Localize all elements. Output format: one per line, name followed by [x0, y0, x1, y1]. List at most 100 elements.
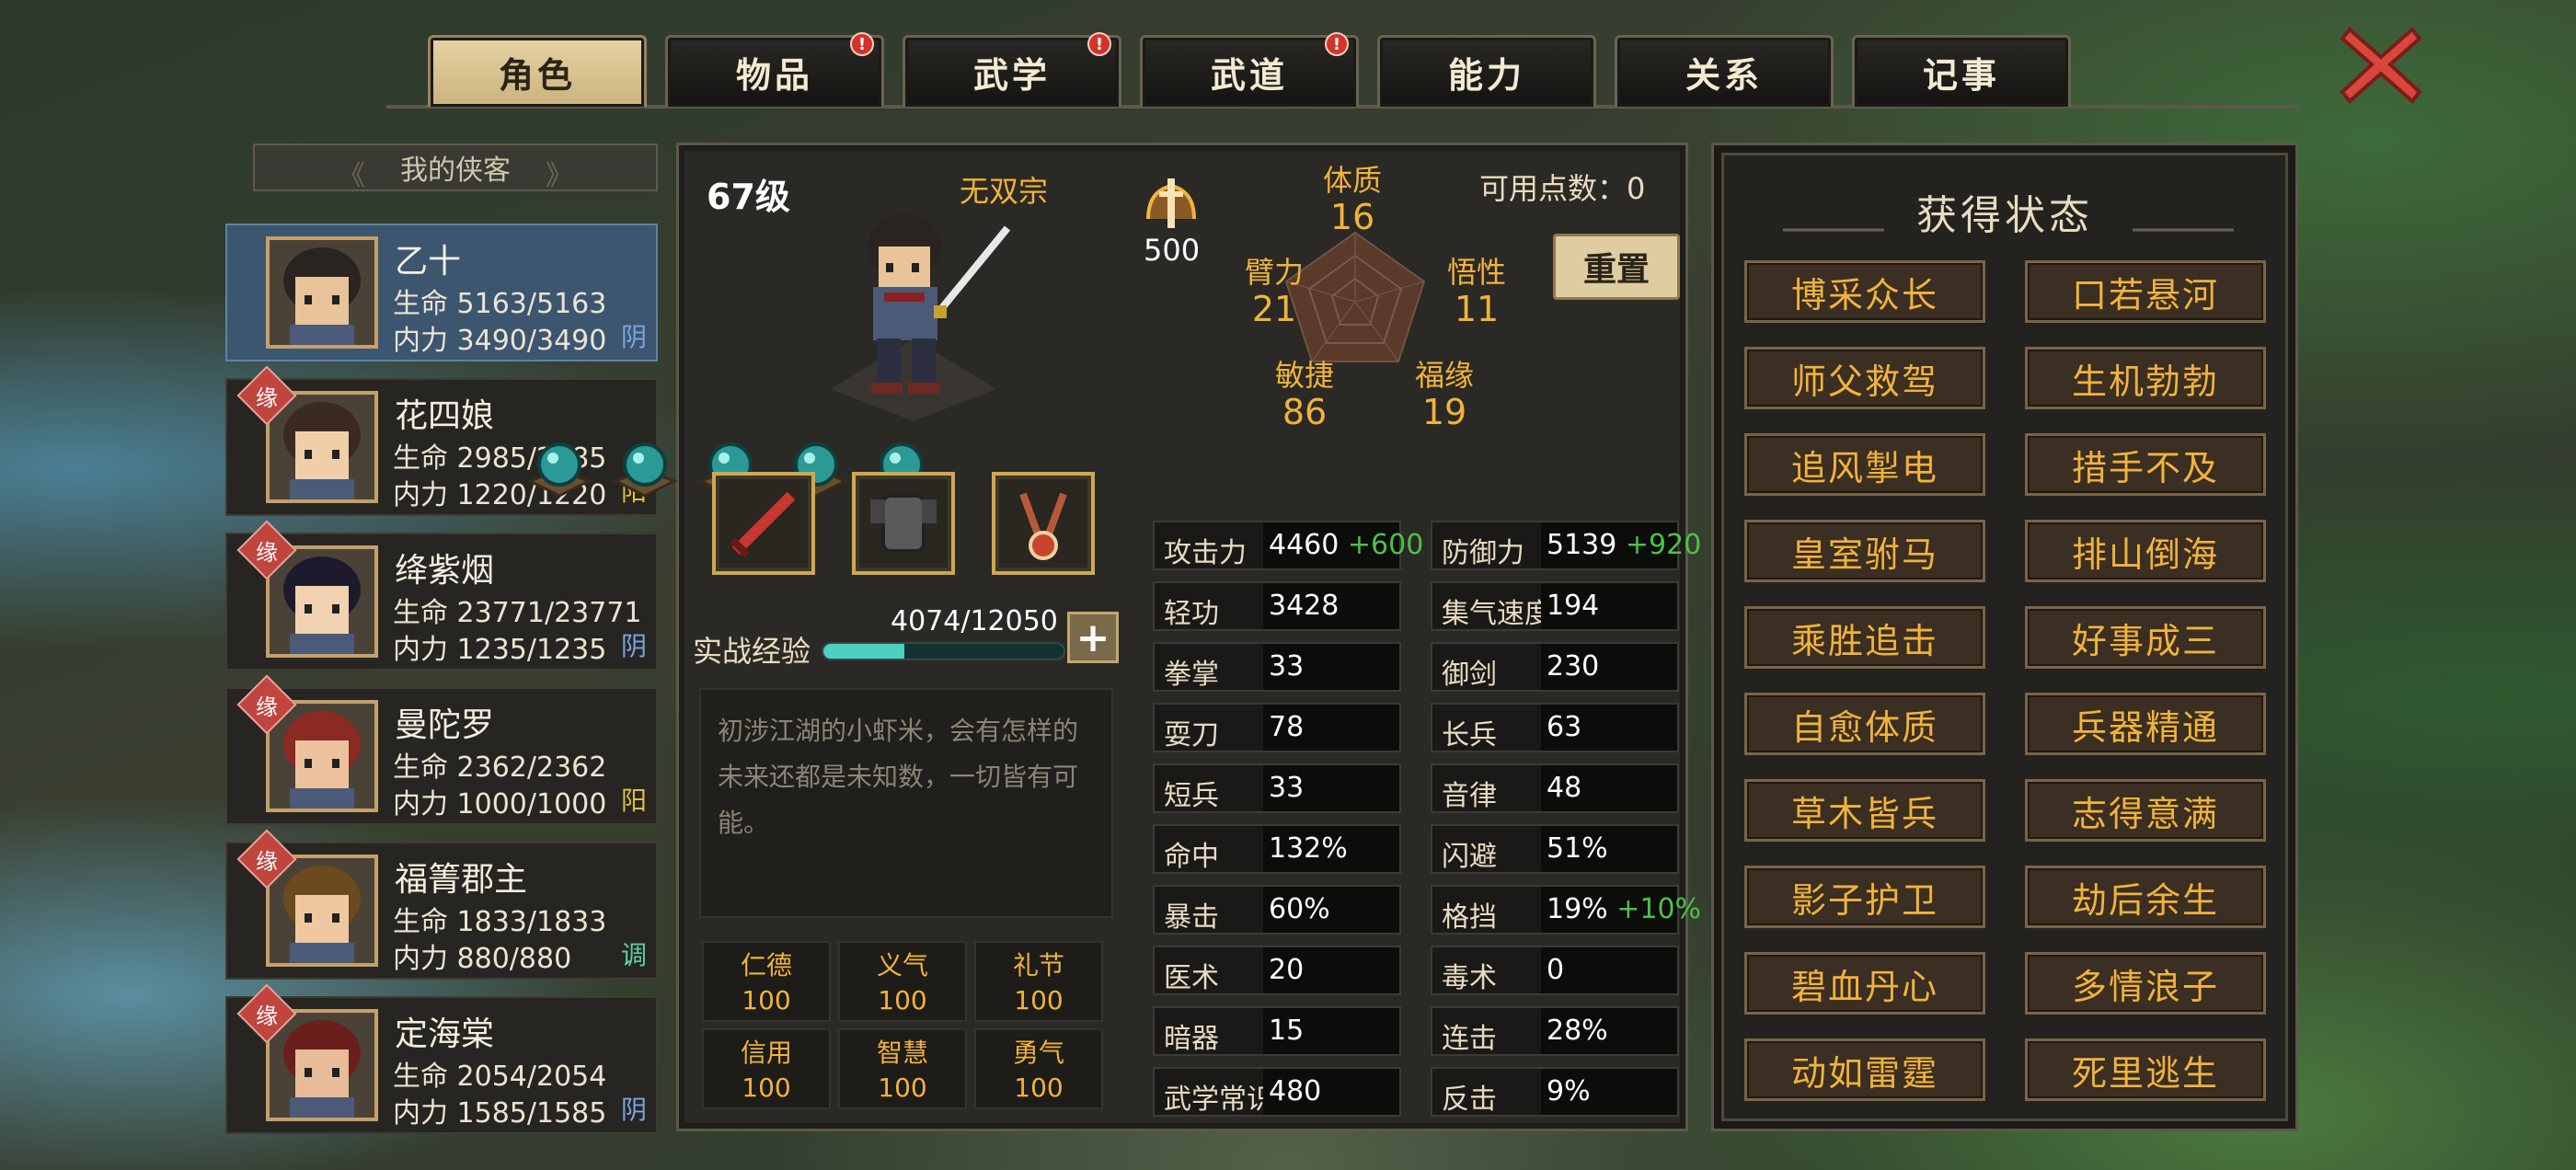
stat-value: 4460: [1269, 529, 1340, 561]
status-effect-item[interactable]: 动如雷霆: [1744, 1038, 1985, 1101]
status-effect-item[interactable]: 排山倒海: [2025, 520, 2266, 582]
virtue-value: 100: [878, 1072, 927, 1103]
tab-martial-arts[interactable]: 武学!: [903, 32, 1121, 107]
virtue-value: 100: [1014, 1072, 1064, 1103]
stat-row: 武学常识 480: [1153, 1067, 1401, 1117]
stat-value: 48: [1547, 772, 1582, 804]
status-effect-item[interactable]: 博采众长: [1744, 260, 1985, 323]
hero-name: 绛紫烟: [395, 552, 495, 590]
stat-row: 拳掌 33: [1153, 642, 1401, 692]
hero-affinity-tag: 阴: [620, 631, 647, 661]
add-exp-button[interactable]: +: [1067, 612, 1119, 663]
status-effect-item[interactable]: 皇室驸马: [1744, 520, 1985, 582]
tab-label: 武学: [972, 55, 1051, 96]
stat-value: 5139: [1547, 529, 1617, 561]
status-effect-item[interactable]: 师父救驾: [1744, 347, 1985, 409]
stat-value-box: 20: [1263, 947, 1399, 993]
stat-value-box: 132%: [1263, 826, 1399, 872]
status-effect-item[interactable]: 志得意满: [2025, 779, 2266, 842]
tab-items[interactable]: 物品!: [665, 32, 884, 107]
virtue-name: 仁德: [740, 950, 792, 981]
status-panel: 获得状态 博采众长 口若悬河 师父救驾 生机勃勃 追风掣电 措手不及 皇室驸马 排山倒海 乘胜追…: [1711, 143, 2298, 1131]
status-effect-item[interactable]: 死里逃生: [2025, 1038, 2266, 1101]
tab-label: 能力: [1447, 55, 1525, 96]
stat-value-box: 33: [1263, 644, 1399, 690]
virtue-cell: 勇气 100: [974, 1028, 1103, 1109]
hero-affinity-tag: 阳: [620, 786, 647, 816]
hero-mp: 内力 1235/1235: [393, 634, 607, 666]
hero-affinity-tag: 调: [620, 940, 647, 970]
tab-ability[interactable]: 能力: [1377, 35, 1596, 107]
stat-label: 医术: [1164, 962, 1219, 994]
hero-card[interactable]: 缘福箐郡主 生命 1833/1833 内力 880/880 调: [225, 829, 658, 980]
status-effect-item[interactable]: 劫后余生: [2025, 866, 2266, 928]
chevron-left-icon: 《: [338, 160, 365, 192]
stat-value: 63: [1547, 711, 1582, 743]
tab-relations[interactable]: 关系: [1615, 35, 1834, 107]
stat-label: 防御力: [1442, 537, 1524, 569]
amulet-icon: [1019, 492, 1067, 560]
virtue-name: 义气: [876, 950, 928, 981]
stat-label: 御剑: [1442, 659, 1497, 691]
chevron-right-icon: 》: [546, 160, 573, 192]
stat-value: 132%: [1269, 832, 1348, 865]
status-effect-item[interactable]: 兵器精通: [2025, 693, 2266, 755]
status-effect-item[interactable]: 追风掣电: [1744, 433, 1985, 496]
weapon-slot[interactable]: [712, 472, 815, 575]
reset-button[interactable]: 重置: [1553, 234, 1680, 300]
hero-hp: 生命 1833/1833: [393, 906, 607, 938]
stat-value-box: 480: [1263, 1069, 1399, 1115]
status-effect-item[interactable]: 生机勃勃: [2025, 347, 2266, 409]
hero-affinity-tag: 阴: [620, 1095, 647, 1125]
stat-label: 轻功: [1164, 598, 1219, 630]
status-effect-item[interactable]: 碧血丹心: [1744, 952, 1985, 1015]
status-effect-item[interactable]: 多情浪子: [2025, 952, 2266, 1015]
stat-row: 连击 28%: [1431, 1006, 1679, 1056]
exp-progress-fill: [823, 644, 905, 659]
close-x-icon[interactable]: [2337, 20, 2425, 109]
tab-label: 武道: [1210, 55, 1288, 96]
tab-role[interactable]: 角色: [428, 35, 647, 107]
virtue-value: 100: [878, 985, 927, 1015]
skill-orb-icon[interactable]: [523, 435, 596, 499]
status-effect-item[interactable]: 自愈体质: [1744, 693, 1985, 755]
hero-hp: 生命 5163/5163: [393, 288, 607, 320]
tab-journal[interactable]: 记事: [1852, 35, 2071, 107]
status-effect-item[interactable]: 影子护卫: [1744, 866, 1985, 928]
status-effect-item[interactable]: 好事成三: [2025, 606, 2266, 669]
stat-label: 连击: [1442, 1023, 1497, 1055]
virtue-cell: 仁德 100: [702, 941, 831, 1022]
hero-hp: 生命 23771/23771: [393, 597, 642, 629]
stat-label: 命中: [1164, 841, 1219, 873]
hero-name: 乙十: [395, 243, 462, 281]
skill-orb-icon[interactable]: [608, 435, 682, 499]
stat-value-box: 4460 +600: [1263, 522, 1423, 568]
armor-slot[interactable]: [852, 472, 955, 575]
accessory-slot[interactable]: [992, 472, 1095, 575]
stat-label: 暴击: [1164, 901, 1219, 934]
hero-card[interactable]: 乙十 生命 5163/5163 内力 3490/3490 阴: [225, 224, 658, 361]
tab-label: 物品: [735, 55, 813, 96]
stat-label: 格挡: [1442, 901, 1497, 934]
status-effect-item[interactable]: 口若悬河: [2025, 260, 2266, 323]
status-effect-item[interactable]: 措手不及: [2025, 433, 2266, 496]
stat-value-box: 28%: [1541, 1008, 1677, 1054]
stat-label: 武学常识: [1164, 1084, 1274, 1116]
virtue-cell: 义气 100: [838, 941, 967, 1022]
virtue-cell: 智慧 100: [838, 1028, 967, 1109]
stat-label: 音律: [1442, 780, 1497, 812]
stat-value-box: 15: [1263, 1008, 1399, 1054]
stat-value-box: 51%: [1541, 826, 1677, 872]
stat-row: 命中 132%: [1153, 824, 1401, 874]
hero-card[interactable]: 缘绛紫烟 生命 23771/23771 内力 1235/1235 阴: [225, 520, 658, 671]
stat-bonus: +10%: [1616, 893, 1702, 925]
hero-card[interactable]: 缘定海棠 生命 2054/2054 内力 1585/1585 阴: [225, 983, 658, 1134]
stat-value: 0: [1547, 954, 1565, 986]
hero-mp: 内力 880/880: [393, 943, 572, 975]
hero-name: 花四娘: [395, 397, 495, 435]
tab-martial-way[interactable]: 武道!: [1140, 32, 1359, 107]
status-effect-item[interactable]: 乘胜追击: [1744, 606, 1985, 669]
status-effect-item[interactable]: 草木皆兵: [1744, 779, 1985, 842]
stat-bonus: +920: [1625, 529, 1702, 561]
hero-card[interactable]: 缘曼陀罗 生命 2362/2362 内力 1000/1000 阳: [225, 674, 658, 825]
